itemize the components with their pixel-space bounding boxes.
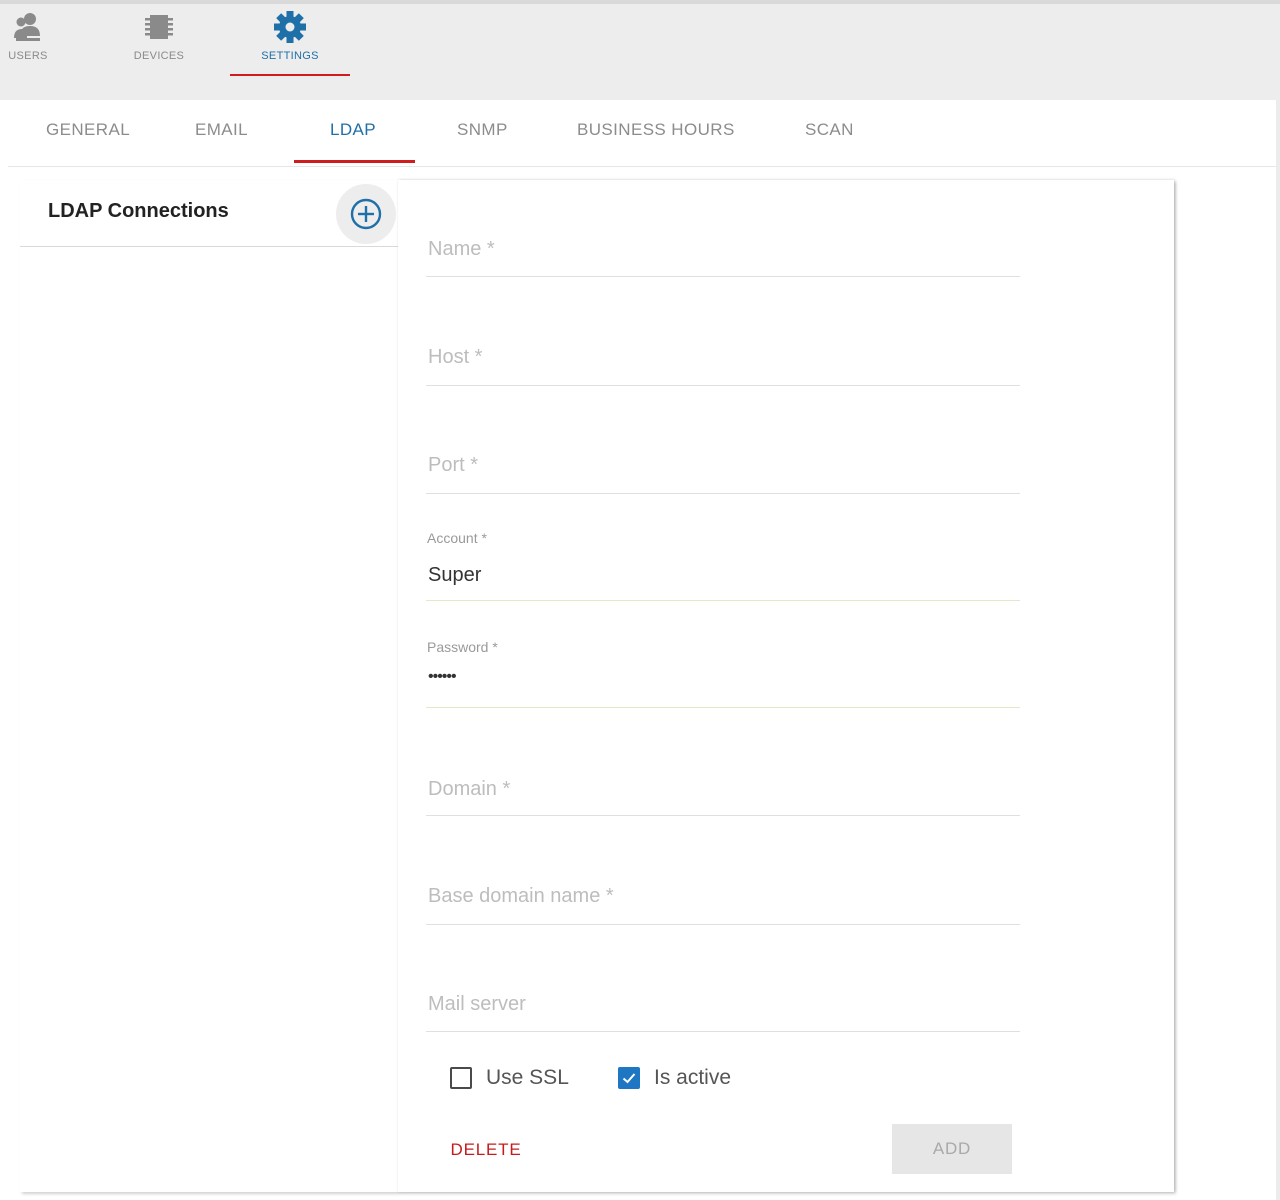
tab-general[interactable]: GENERAL [46,120,130,140]
field-underline [426,385,1020,386]
add-button[interactable]: ADD [892,1124,1012,1174]
field-underline [426,1031,1020,1032]
checkmark-icon [622,1073,636,1084]
host-placeholder: Host * [428,346,483,368]
devices-icon [145,15,173,39]
top-navigation: USERS DEVICES SETTINGS [0,0,1280,100]
use-ssl-checkbox[interactable]: Use SSL [450,1066,569,1090]
tab-ldap[interactable]: LDAP [330,120,376,140]
account-value: Super [428,564,482,586]
base-domain-name-field[interactable]: Base domain name * [426,868,1020,926]
checkbox-box[interactable] [450,1067,472,1089]
tab-business-hours[interactable]: BUSINESS HOURS [577,120,735,140]
host-field[interactable]: Host * [426,328,1020,386]
checkbox-box[interactable] [618,1067,640,1089]
active-nav-indicator [230,74,350,76]
nav-item-settings[interactable]: SETTINGS [230,10,350,76]
is-active-checkbox[interactable]: Is active [618,1066,731,1090]
password-field[interactable]: Password * •••••• [426,636,1020,710]
field-underline [426,707,1020,708]
right-edge-strip [1276,100,1280,1200]
panel-divider [20,246,398,247]
users-icon [14,13,40,41]
nav-item-label: SETTINGS [261,50,319,62]
port-field[interactable]: Port * [426,436,1020,494]
name-placeholder: Name * [428,238,495,260]
active-tab-indicator [294,160,415,163]
add-connection-button[interactable] [336,184,396,244]
settings-tabs: GENERAL EMAIL LDAP SNMP BUSINESS HOURS S… [8,100,1276,167]
account-label: Account * [427,530,487,546]
add-circle-icon [350,198,382,230]
field-underline [426,924,1020,925]
panel-title: LDAP Connections [48,200,229,222]
tab-snmp[interactable]: SNMP [457,120,508,140]
mail-server-field[interactable]: Mail server [426,976,1020,1034]
tab-email[interactable]: EMAIL [195,120,248,140]
password-value: •••••• [428,668,457,685]
nav-item-label: USERS [8,50,48,62]
is-active-label: Is active [654,1066,732,1089]
base-domain-name-placeholder: Base domain name * [428,885,614,907]
tab-scan[interactable]: SCAN [805,120,854,140]
field-underline [426,815,1020,816]
nav-item-devices[interactable]: DEVICES [130,10,188,62]
field-underline [426,493,1020,494]
mail-server-placeholder: Mail server [428,993,526,1015]
ldap-connections-panel: LDAP Connections [20,180,398,1192]
domain-field[interactable]: Domain * [426,760,1020,818]
delete-button[interactable]: DELETE [436,1126,536,1174]
field-underline [426,276,1020,277]
name-field[interactable]: Name * [426,220,1020,278]
domain-placeholder: Domain * [428,778,511,800]
ldap-connection-form: Name * Host * Port * Account * Super Pas… [398,180,1174,1192]
nav-item-label: DEVICES [133,50,185,62]
use-ssl-label: Use SSL [486,1066,569,1089]
account-field[interactable]: Account * Super [426,526,1020,602]
password-label: Password * [427,639,498,655]
nav-item-users[interactable]: USERS [4,10,52,62]
field-underline [426,600,1020,601]
gear-icon [274,11,306,43]
port-placeholder: Port * [428,454,479,476]
